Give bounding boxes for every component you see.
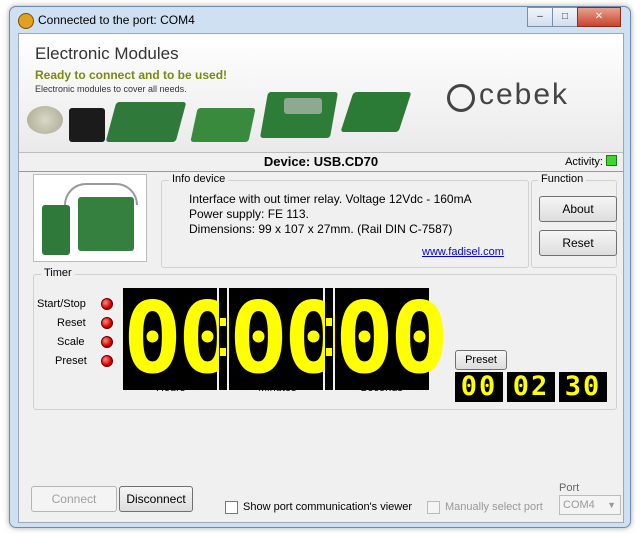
colon-dot [326, 348, 332, 356]
seconds-value: 00 [335, 282, 449, 396]
preset-hours-value: 00 [460, 371, 498, 402]
minimize-button[interactable]: – [527, 7, 553, 27]
module-image [69, 108, 105, 142]
banner-title: Electronic Modules [35, 44, 179, 63]
device-board-right [78, 197, 134, 251]
start-stop-led-icon [101, 298, 113, 310]
device-cable [64, 183, 138, 205]
preset-minutes-value: 02 [512, 371, 550, 402]
colon-dot [326, 318, 332, 326]
banner-tagline: Electronic modules to cover all needs. [35, 84, 187, 94]
board-image [105, 102, 187, 142]
minutes-display: 00 [229, 282, 343, 396]
preset-led-icon [101, 355, 113, 367]
show-viewer-checkbox[interactable] [225, 501, 238, 514]
info-line-1: Interface with out timer relay. Voltage … [189, 192, 472, 206]
info-line-3: Dimensions: 99 x 107 x 27mm. (Rail DIN C… [189, 222, 453, 236]
divider [19, 171, 623, 172]
card-board-image [340, 92, 412, 132]
scale-led-icon [101, 336, 113, 348]
minutes-label: Minutes [258, 382, 297, 394]
banner-subtitle: Ready to connect and to be used! [35, 68, 228, 82]
cebek-logo-icon [447, 84, 475, 112]
colon-dot [220, 318, 226, 326]
show-viewer-label: Show port communication's viewer [243, 501, 413, 513]
timer-label: Timer [41, 267, 75, 279]
window-title: Connected to the port: COM4 [38, 13, 195, 27]
function-label: Function [538, 173, 587, 185]
disconnect-button[interactable]: Disconnect [119, 486, 193, 512]
maximize-button[interactable]: □ [552, 7, 578, 27]
preset-indicator-label: Preset [55, 355, 87, 367]
cebek-logo: cebek [479, 78, 570, 111]
device-board-left [42, 205, 70, 255]
reset-led-icon [101, 317, 113, 329]
title-bar: Connected to the port: COM4 – □ ✕ [10, 7, 630, 33]
transformer-image [27, 106, 63, 134]
device-name: Device: USB.CD70 [263, 154, 379, 169]
preset-seconds-value: 30 [564, 371, 602, 402]
colon-separator-2 [325, 288, 333, 390]
hours-value: 00 [123, 282, 237, 396]
manual-select-checkbox[interactable] [427, 501, 440, 514]
port-label: Port [559, 482, 580, 494]
client-area: Electronic Modules Ready to connect and … [18, 33, 624, 523]
preset-button[interactable]: Preset [455, 350, 507, 370]
preset-seconds-display: 30 [559, 372, 607, 402]
preset-minutes-display: 02 [507, 372, 555, 402]
preset-hours-display: 00 [455, 372, 503, 402]
activity-label: Activity: [565, 156, 603, 168]
chevron-down-icon: ▼ [607, 500, 616, 510]
port-select[interactable]: COM4 ▼ [559, 495, 621, 515]
lcd-image [284, 98, 322, 114]
info-line-2: Power supply: FE 113. [189, 207, 309, 221]
connect-button[interactable]: Connect [31, 486, 117, 512]
activity-indicator: Activity: [565, 155, 617, 168]
hours-display: 00 [123, 282, 237, 396]
activity-led-icon [606, 155, 617, 166]
banner: Electronic Modules Ready to connect and … [19, 34, 623, 153]
start-stop-label: Start/Stop [37, 298, 86, 310]
reset-indicator-label: Reset [57, 317, 86, 329]
seconds-label: Seconds [360, 382, 403, 394]
close-button[interactable]: ✕ [577, 7, 621, 27]
manual-select-label: Manually select port [445, 501, 543, 513]
relay-board-image [190, 108, 256, 142]
reset-button[interactable]: Reset [539, 230, 617, 256]
minutes-value: 00 [229, 282, 343, 396]
seconds-display: 00 [335, 282, 449, 396]
device-photo [33, 174, 147, 262]
app-window: Connected to the port: COM4 – □ ✕ Electr… [9, 6, 631, 528]
port-value: COM4 [563, 499, 595, 511]
scale-label: Scale [57, 336, 85, 348]
app-icon [18, 13, 34, 29]
website-link[interactable]: www.fadisel.com [422, 246, 504, 258]
colon-separator-1 [219, 288, 227, 390]
info-device-label: Info device [169, 173, 229, 185]
colon-dot [220, 348, 226, 356]
about-button[interactable]: About [539, 196, 617, 222]
hours-label: Hours [156, 382, 186, 394]
